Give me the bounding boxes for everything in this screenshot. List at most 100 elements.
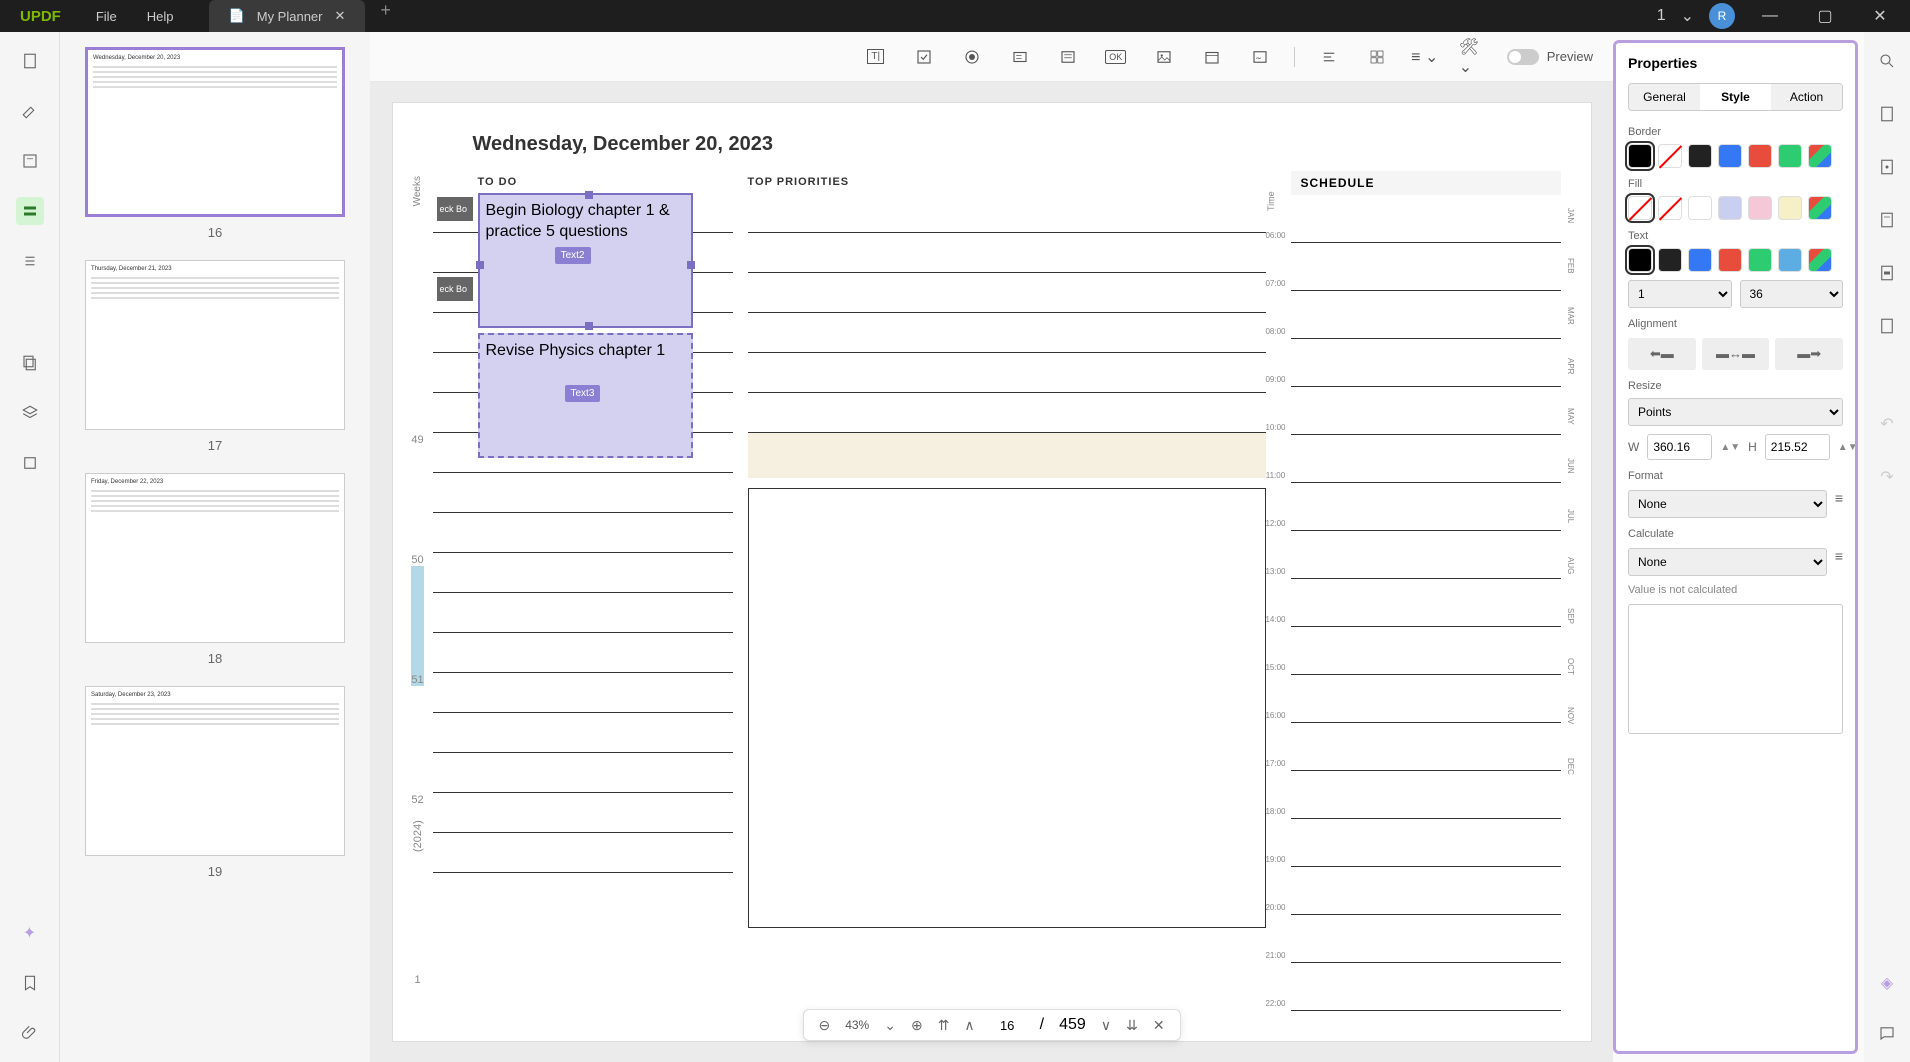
zoom-in-button[interactable]: ⊕ xyxy=(911,1017,923,1034)
first-page-button[interactable]: ⇈ xyxy=(938,1017,950,1034)
minimize-button[interactable]: — xyxy=(1750,7,1790,25)
month-tab[interactable]: OCT xyxy=(1561,641,1581,691)
attachment-icon[interactable] xyxy=(16,1019,44,1047)
calculate-options-icon[interactable]: ≡ xyxy=(1835,548,1843,576)
checkbox-field[interactable]: eck Bo xyxy=(437,277,473,301)
color-swatch[interactable] xyxy=(1748,248,1772,272)
document-tab[interactable]: 📄 My Planner ✕ xyxy=(209,0,366,32)
next-page-button[interactable]: ∨ xyxy=(1101,1017,1111,1034)
dropdown-tool[interactable] xyxy=(1006,43,1034,71)
menu-file[interactable]: File xyxy=(81,9,132,24)
date-tool[interactable] xyxy=(1198,43,1226,71)
format-options-icon[interactable]: ≡ xyxy=(1835,490,1843,518)
text-field-tool[interactable]: T| xyxy=(862,43,890,71)
month-tab[interactable]: MAY xyxy=(1561,391,1581,441)
tab-add-button[interactable]: + xyxy=(365,0,406,32)
menu-help[interactable]: Help xyxy=(132,9,189,24)
month-tab[interactable]: SEP xyxy=(1561,591,1581,641)
text-field-1[interactable]: Begin Biology chapter 1 & practice 5 que… xyxy=(478,193,693,328)
color-swatch[interactable] xyxy=(1688,196,1712,220)
checkbox-tool[interactable] xyxy=(910,43,938,71)
export-icon[interactable] xyxy=(1873,100,1901,128)
page-icon[interactable] xyxy=(16,47,44,75)
radio-tool[interactable] xyxy=(958,43,986,71)
layers-icon[interactable] xyxy=(16,399,44,427)
color-swatch[interactable] xyxy=(1718,144,1742,168)
copy-icon[interactable] xyxy=(16,349,44,377)
zoom-value[interactable]: 43% xyxy=(845,1018,869,1032)
image-tool[interactable] xyxy=(1150,43,1178,71)
month-tab[interactable]: FEB xyxy=(1561,241,1581,291)
color-swatch[interactable] xyxy=(1658,196,1682,220)
color-swatch[interactable] xyxy=(1778,248,1802,272)
color-swatch[interactable] xyxy=(1808,196,1832,220)
align-right-button[interactable]: ▬➡ xyxy=(1775,338,1843,370)
month-tab[interactable]: AUG xyxy=(1561,541,1581,591)
text-field-2[interactable]: Revise Physics chapter 1 Text3 xyxy=(478,333,693,458)
search-icon[interactable] xyxy=(1873,47,1901,75)
signature-tool[interactable] xyxy=(1246,43,1274,71)
border-width-select[interactable]: 1 xyxy=(1628,280,1732,308)
color-swatch[interactable] xyxy=(1808,248,1832,272)
redo-icon[interactable]: ↷ xyxy=(1873,463,1901,491)
last-page-button[interactable]: ⇊ xyxy=(1126,1017,1138,1034)
canvas-area[interactable]: Wednesday, December 20, 2023 Weeks 49 50… xyxy=(370,82,1613,1062)
height-input[interactable] xyxy=(1765,434,1830,460)
month-tab[interactable]: APR xyxy=(1561,341,1581,391)
zoom-dropdown[interactable]: ⌄ xyxy=(884,1017,896,1034)
month-tab[interactable]: JAN xyxy=(1561,191,1581,241)
thumbnail-16[interactable]: Wednesday, December 20, 2023 16 xyxy=(85,47,345,240)
align-tool[interactable] xyxy=(1315,43,1343,71)
ai-icon[interactable]: ◈ xyxy=(1873,969,1901,997)
form-icon[interactable] xyxy=(16,147,44,175)
align-center-button[interactable]: ▬↔▬ xyxy=(1702,338,1770,370)
month-tab[interactable]: MAR xyxy=(1561,291,1581,341)
lock-icon[interactable] xyxy=(1873,312,1901,340)
color-swatch[interactable] xyxy=(1628,248,1652,272)
format-select[interactable]: None xyxy=(1628,490,1827,518)
page-input[interactable] xyxy=(990,1018,1025,1033)
tab-close-icon[interactable]: ✕ xyxy=(334,8,345,24)
color-swatch[interactable] xyxy=(1778,196,1802,220)
user-avatar[interactable]: R xyxy=(1709,3,1735,29)
dropdown-icon[interactable]: ⌄ xyxy=(1681,6,1694,26)
month-tab[interactable]: JUL xyxy=(1561,491,1581,541)
zoom-out-button[interactable]: ⊖ xyxy=(818,1017,830,1034)
listbox-tool[interactable] xyxy=(1054,43,1082,71)
fields-icon[interactable] xyxy=(16,197,44,225)
color-swatch[interactable] xyxy=(1808,144,1832,168)
chat-icon[interactable] xyxy=(1873,1019,1901,1047)
color-swatch[interactable] xyxy=(1688,144,1712,168)
redact-icon[interactable] xyxy=(1873,259,1901,287)
undo-icon[interactable]: ↶ xyxy=(1873,410,1901,438)
month-tab[interactable]: JUN xyxy=(1561,441,1581,491)
width-input[interactable] xyxy=(1647,434,1712,460)
close-nav-button[interactable]: ✕ xyxy=(1153,1017,1165,1034)
color-swatch[interactable] xyxy=(1718,248,1742,272)
thumbnail-17[interactable]: Thursday, December 21, 2023 17 xyxy=(85,260,345,453)
color-swatch[interactable] xyxy=(1748,144,1772,168)
color-swatch[interactable] xyxy=(1688,248,1712,272)
month-tab[interactable]: DEC xyxy=(1561,741,1581,791)
edit-icon[interactable] xyxy=(16,97,44,125)
prev-page-button[interactable]: ∧ xyxy=(964,1017,974,1034)
page-icon-r[interactable] xyxy=(1873,153,1901,181)
tab-style[interactable]: Style xyxy=(1700,84,1771,110)
color-swatch[interactable] xyxy=(1718,196,1742,220)
order-tool[interactable]: ≡ ⌄ xyxy=(1411,43,1439,71)
color-swatch[interactable] xyxy=(1778,144,1802,168)
bookmark-icon[interactable] xyxy=(16,969,44,997)
font-size-select[interactable]: 36 xyxy=(1740,280,1844,308)
thumbnail-18[interactable]: Friday, December 22, 2023 18 xyxy=(85,473,345,666)
color-swatch[interactable] xyxy=(1748,196,1772,220)
thumbnail-19[interactable]: Saturday, December 23, 2023 19 xyxy=(85,686,345,879)
tab-action[interactable]: Action xyxy=(1771,84,1842,110)
color-swatch[interactable] xyxy=(1628,144,1652,168)
month-tab[interactable]: NOV xyxy=(1561,691,1581,741)
calculate-select[interactable]: None xyxy=(1628,548,1827,576)
checkbox-field[interactable]: eck Bo xyxy=(437,197,473,221)
button-tool[interactable]: OK xyxy=(1102,43,1130,71)
grid-tool[interactable] xyxy=(1363,43,1391,71)
maximize-button[interactable]: ▢ xyxy=(1805,6,1845,26)
align-left-button[interactable]: ⬅▬ xyxy=(1628,338,1696,370)
